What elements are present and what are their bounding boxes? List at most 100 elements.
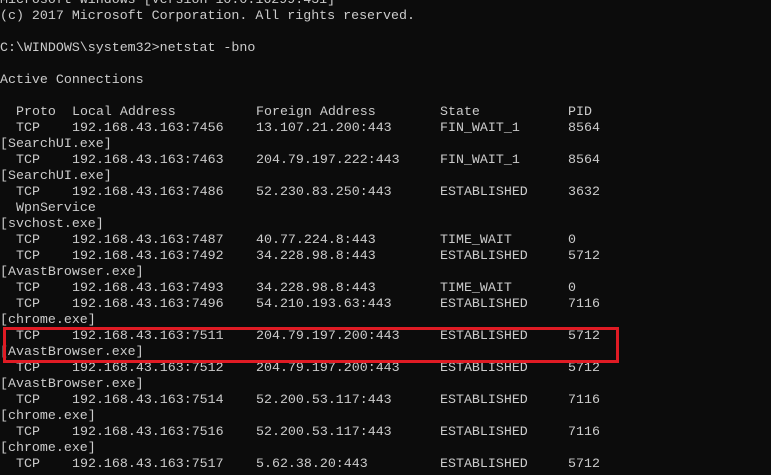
console-output[interactable]: Microsoft Windows [Version 10.0.16299.43… (0, 0, 771, 472)
proto-cell: TCP (16, 456, 40, 471)
proto-cell: TCP (16, 280, 40, 295)
local-address-cell: 192.168.43.163:7463 (72, 152, 224, 167)
state-cell: ESTABLISHED (440, 456, 528, 471)
connection-row: TCP 192.168.43.163:7516 52.200.53.117:443 E… (0, 424, 771, 440)
foreign-address-cell: 204.79.197.222:443 (256, 152, 400, 167)
executable-name: [chrome.exe] (0, 408, 96, 423)
connection-row: TCP 192.168.43.163:7463 204.79.197.222:443… (0, 152, 771, 168)
local-address-cell: 192.168.43.163:7511 (72, 328, 224, 343)
proto-cell: TCP (16, 232, 40, 247)
command-prompt-line: C:\WINDOWS\system32>netstat -bno (0, 40, 771, 56)
local-address-cell: 192.168.43.163:7496 (72, 296, 224, 311)
column-header-pid: PID (568, 104, 592, 119)
connection-row: TCP 192.168.43.163:7512 204.79.197.200:443… (0, 360, 771, 376)
state-cell: ESTABLISHED (440, 248, 528, 263)
proto-cell: TCP (16, 184, 40, 199)
connection-row: TCP 192.168.43.163:7496 54.210.193.63:443 E… (0, 296, 771, 312)
pid-cell: 0 (568, 232, 576, 247)
proto-cell: TCP (16, 120, 40, 135)
executable-line: [chrome.exe] (0, 312, 771, 328)
pid-cell: 8564 (568, 120, 600, 135)
foreign-address-cell: 204.79.197.200:443 (256, 328, 400, 343)
connections-list: TCP 192.168.43.163:7456 13.107.21.200:443 F… (0, 120, 771, 472)
proto-cell: TCP (16, 424, 40, 439)
executable-line: [SearchUI.exe] (0, 136, 771, 152)
local-address-cell: 192.168.43.163:7514 (72, 392, 224, 407)
foreign-address-cell: 52.230.83.250:443 (256, 184, 392, 199)
executable-line: [AvastBrowser.exe] (0, 376, 771, 392)
state-cell: TIME_WAIT (440, 280, 512, 295)
proto-cell: TCP (16, 248, 40, 263)
copyright-text: (c) 2017 Microsoft Corporation. All righ… (0, 8, 415, 23)
state-cell: ESTABLISHED (440, 328, 528, 343)
proto-cell: TCP (16, 152, 40, 167)
local-address-cell: 192.168.43.163:7487 (72, 232, 224, 247)
executable-name: [AvastBrowser.exe] (0, 376, 144, 391)
executable-name: [SearchUI.exe] (0, 168, 112, 183)
executable-line: [SearchUI.exe] (0, 168, 771, 184)
foreign-address-cell: 34.228.98.8:443 (256, 248, 376, 263)
connection-row-highlighted: TCP 192.168.43.163:7511 204.79.197.200:443… (0, 328, 771, 344)
local-address-cell: 192.168.43.163:7456 (72, 120, 224, 135)
connection-row: TCP 192.168.43.163:7486 52.230.83.250:443 E… (0, 184, 771, 200)
pid-cell: 5712 (568, 328, 600, 343)
executable-name: [SearchUI.exe] (0, 136, 112, 151)
proto-cell: TCP (16, 392, 40, 407)
connection-row: TCP 192.168.43.163:7487 40.77.224.8:443 TIM… (0, 232, 771, 248)
executable-name: [AvastBrowser.exe] (0, 344, 144, 359)
pid-cell: 7116 (568, 392, 600, 407)
connection-row: TCP 192.168.43.163:7456 13.107.21.200:443 F… (0, 120, 771, 136)
foreign-address-cell: 13.107.21.200:443 (256, 120, 392, 135)
executable-line: [AvastBrowser.exe] (0, 264, 771, 280)
column-header-foreign-address: Foreign Address (256, 104, 376, 119)
foreign-address-cell: 40.77.224.8:443 (256, 232, 376, 247)
executable-line: [chrome.exe] (0, 440, 771, 456)
pid-cell: 5712 (568, 456, 600, 471)
local-address-cell: 192.168.43.163:7493 (72, 280, 224, 295)
state-cell: ESTABLISHED (440, 424, 528, 439)
version-line: Microsoft Windows [Version 10.0.16299.43… (0, 0, 771, 8)
local-address-cell: 192.168.43.163:7516 (72, 424, 224, 439)
pid-cell: 5712 (568, 248, 600, 263)
state-cell: ESTABLISHED (440, 360, 528, 375)
proto-cell: TCP (16, 360, 40, 375)
foreign-address-cell: 54.210.193.63:443 (256, 296, 392, 311)
executable-line: [AvastBrowser.exe] (0, 344, 771, 360)
section-title-line: Active Connections (0, 72, 771, 88)
pid-cell: 7116 (568, 424, 600, 439)
column-header-row: Proto Local Address Foreign Address Stat… (0, 104, 771, 120)
executable-name: [AvastBrowser.exe] (0, 264, 144, 279)
state-cell: ESTABLISHED (440, 184, 528, 199)
state-cell: ESTABLISHED (440, 296, 528, 311)
column-header-state: State (440, 104, 480, 119)
foreign-address-cell: 52.200.53.117:443 (256, 392, 392, 407)
column-header-proto: Proto (16, 104, 56, 119)
executable-name: [chrome.exe] (0, 312, 96, 327)
proto-cell: TCP (16, 296, 40, 311)
state-cell: ESTABLISHED (440, 392, 528, 407)
connection-row: TCP 192.168.43.163:7514 52.200.53.117:443 E… (0, 392, 771, 408)
local-address-cell: 192.168.43.163:7512 (72, 360, 224, 375)
version-text: Microsoft Windows [Version 10.0.16299.43… (0, 0, 335, 8)
pid-cell: 0 (568, 280, 576, 295)
connection-row: TCP 192.168.43.163:7517 5.62.38.20:443 ESTA… (0, 456, 771, 472)
local-address-cell: 192.168.43.163:7492 (72, 248, 224, 263)
copyright-line: (c) 2017 Microsoft Corporation. All righ… (0, 8, 771, 24)
column-header-local-address: Local Address (72, 104, 176, 119)
pid-cell: 7116 (568, 296, 600, 311)
foreign-address-cell: 34.228.98.8:443 (256, 280, 376, 295)
connection-row: TCP 192.168.43.163:7493 34.228.98.8:443 TIM… (0, 280, 771, 296)
executable-line: [svchost.exe] (0, 216, 771, 232)
command-text: C:\WINDOWS\system32>netstat -bno (0, 40, 256, 55)
local-address-cell: 192.168.43.163:7486 (72, 184, 224, 199)
state-cell: FIN_WAIT_1 (440, 120, 520, 135)
section-title: Active Connections (0, 72, 144, 87)
foreign-address-cell: 204.79.197.200:443 (256, 360, 400, 375)
pid-cell: 3632 (568, 184, 600, 199)
proto-cell: TCP (16, 328, 40, 343)
state-cell: FIN_WAIT_1 (440, 152, 520, 167)
local-address-cell: 192.168.43.163:7517 (72, 456, 224, 471)
